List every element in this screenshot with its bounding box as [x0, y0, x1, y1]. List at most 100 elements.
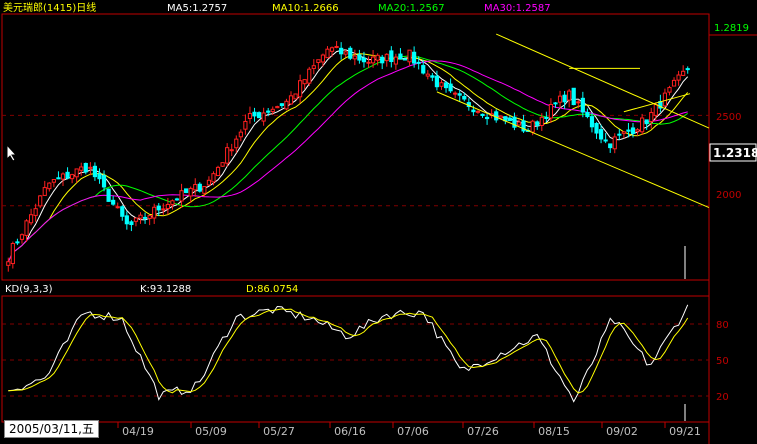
kd-level-50: 50: [716, 356, 729, 367]
candle-body: [193, 184, 198, 191]
candle-body: [229, 149, 234, 152]
x-tick-label: 05/27: [263, 425, 295, 438]
kd-level-80: 80: [716, 320, 729, 331]
candle-body: [516, 121, 522, 126]
candle-body: [421, 65, 426, 74]
cursor-date-box: 2005/03/11,五: [4, 420, 99, 438]
candle-body: [357, 54, 362, 61]
candle-body: [92, 165, 98, 178]
candle-body: [60, 173, 66, 180]
candle-body: [106, 188, 111, 202]
candle-body: [457, 93, 462, 96]
candle-body: [621, 131, 626, 134]
candle-body: [70, 174, 75, 180]
candle-body: [111, 199, 116, 205]
candle-body: [352, 55, 357, 60]
candle-body: [51, 178, 56, 183]
kd-title: KD(9,3,3): [5, 284, 53, 295]
candle-body: [202, 186, 207, 194]
candle-body: [47, 182, 52, 190]
candle-body: [662, 92, 668, 107]
candle-body: [681, 70, 686, 76]
candle-body: [165, 203, 170, 209]
x-tick-label: 04/19: [122, 425, 154, 438]
candle-body: [197, 183, 202, 192]
candle-body: [667, 87, 672, 93]
candle-body: [480, 113, 485, 117]
candle-body: [307, 68, 312, 84]
candle-body: [343, 51, 348, 55]
candle-body: [133, 217, 139, 222]
candle-body: [220, 162, 225, 167]
candle-body: [138, 214, 143, 219]
candle-body: [320, 54, 326, 63]
candle-body: [567, 90, 572, 101]
candle-body: [612, 136, 617, 150]
candle-body: [33, 208, 38, 216]
candle-body: [234, 138, 239, 149]
candle-body: [576, 101, 581, 104]
candle-body: [598, 129, 604, 140]
candle-body: [142, 216, 148, 219]
x-tick-label: 09/02: [606, 425, 638, 438]
candle-body: [79, 166, 84, 171]
candle-body: [302, 79, 307, 85]
candle-body: [544, 116, 549, 119]
ma5-label: MA5:1.2757: [167, 3, 227, 14]
candle-body: [256, 112, 262, 119]
candle-body: [97, 173, 102, 180]
x-tick-label: 09/21: [669, 425, 701, 438]
candle-body: [188, 187, 193, 197]
candle-body: [83, 162, 88, 173]
x-tick-label: 05/09: [195, 425, 227, 438]
candle-body: [425, 73, 430, 77]
gridline-label-2000: 2000: [716, 190, 741, 201]
x-tick-label: 06/16: [334, 425, 366, 438]
candle-body: [206, 179, 212, 186]
candle-body: [38, 195, 43, 207]
candle-body: [585, 111, 590, 118]
candle-body: [548, 103, 554, 119]
candle-body: [293, 93, 298, 100]
candle-body: [211, 173, 216, 183]
candle-body: [389, 50, 394, 63]
candle-body: [370, 56, 376, 64]
candle-body: [443, 82, 449, 89]
candle-body: [557, 95, 563, 103]
x-axis: 04/19 05/09 05/27 06/16 07/06 07/26 08/15 09/02…: [117, 422, 701, 438]
candle-body: [152, 206, 157, 219]
candle-body: [498, 115, 503, 119]
candle-body: [416, 61, 421, 64]
candle-body: [24, 220, 29, 236]
candle-body: [430, 75, 435, 78]
candle-body: [252, 111, 257, 117]
stage: 美元瑞郎(1415)日线 MA5:1.2757 MA10:1.2666 MA20…: [1, 1, 757, 444]
candle-body: [101, 175, 107, 188]
candle-body: [334, 45, 339, 48]
x-tick-label: 08/15: [538, 425, 570, 438]
candle-body: [494, 111, 499, 121]
kd-panel: [1, 295, 710, 423]
candle-body: [393, 56, 398, 65]
ma10-label: MA10:1.2666: [272, 3, 339, 14]
candle-body: [553, 102, 558, 105]
candle-body: [147, 215, 152, 219]
price-top-label: 1.2819: [714, 23, 749, 34]
candle-body: [270, 108, 275, 113]
candle-body: [475, 110, 481, 113]
candle-body: [329, 47, 335, 52]
k-value-label: K:93.1288: [140, 284, 191, 295]
kd-level-20: 20: [716, 392, 729, 403]
candle-body: [448, 83, 453, 92]
candle-body: [28, 214, 34, 224]
candle-body: [439, 82, 444, 87]
candle-body: [174, 198, 180, 201]
candle-body: [580, 97, 585, 113]
candle-body: [284, 100, 289, 110]
d-value-label: D:86.0754: [246, 284, 298, 295]
candle-body: [398, 53, 403, 60]
candle-body: [653, 104, 658, 116]
candle-body: [56, 177, 61, 180]
chart-title: 美元瑞郎(1415)日线: [3, 1, 96, 14]
candle-body: [275, 106, 280, 109]
